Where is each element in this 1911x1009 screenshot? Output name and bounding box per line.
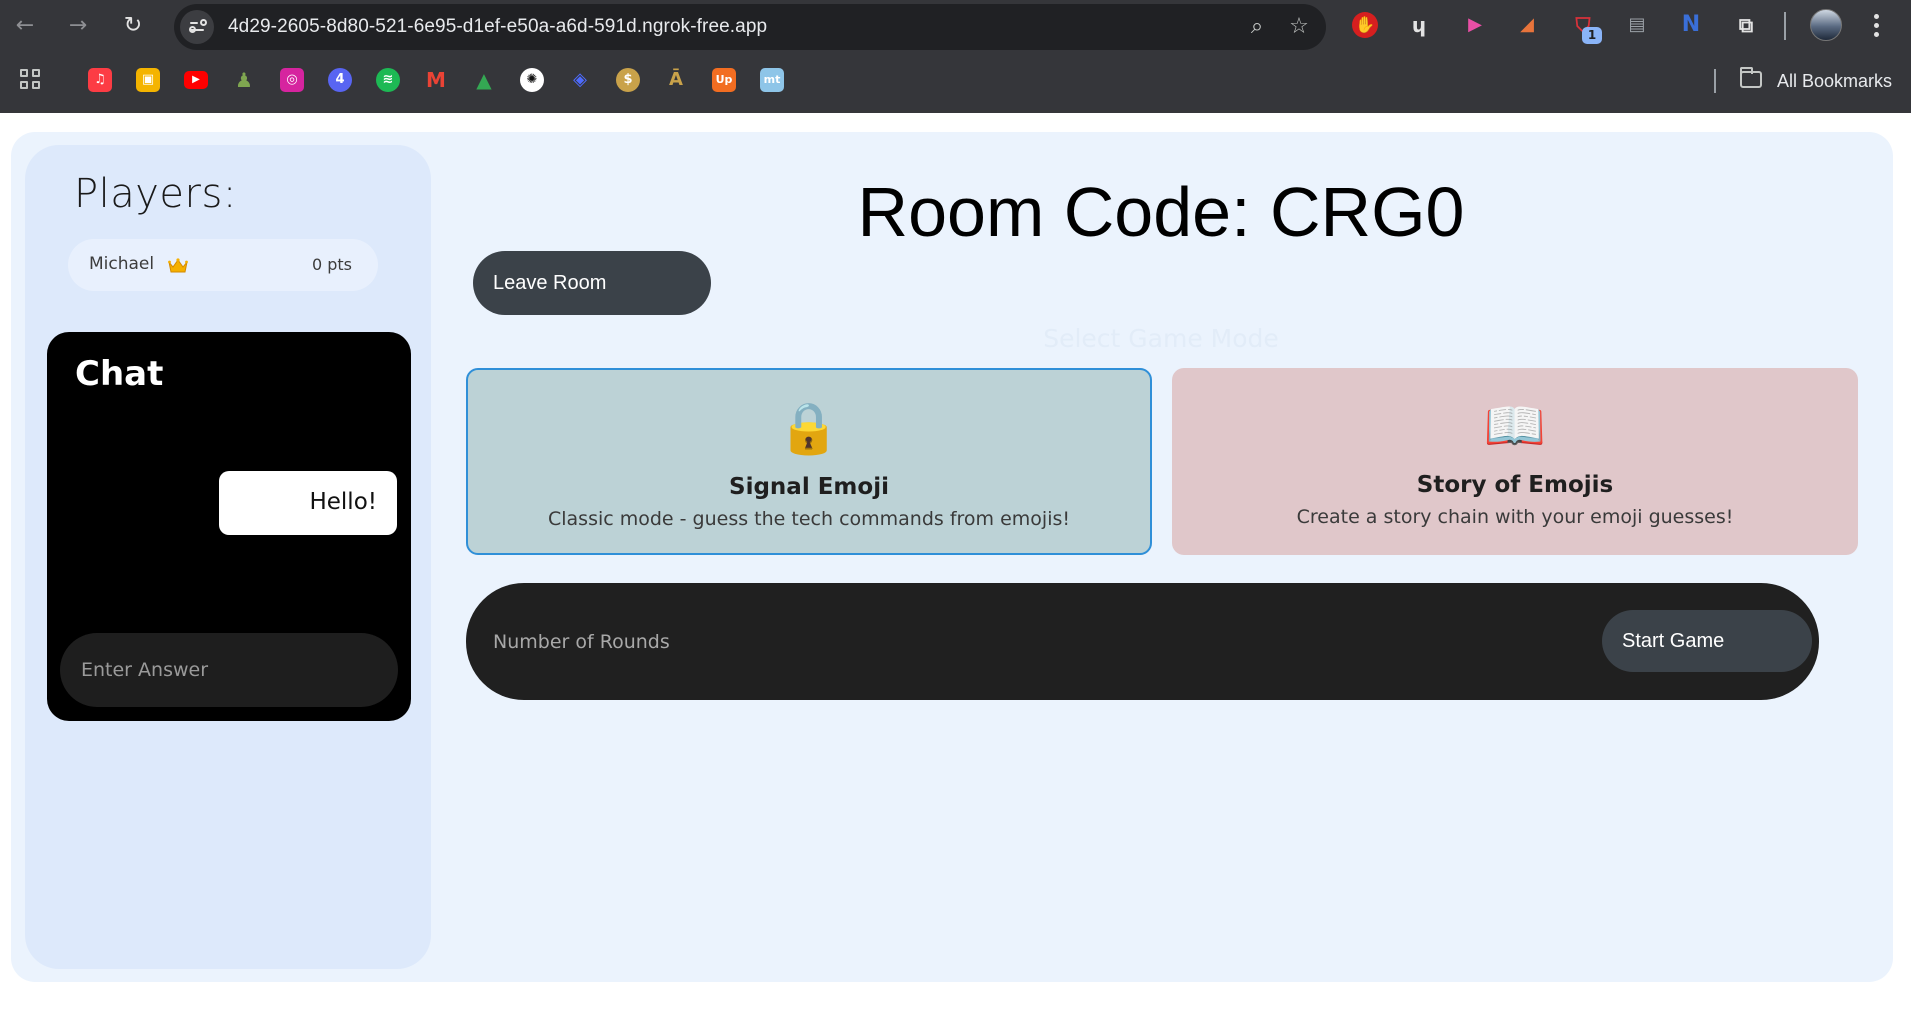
select-mode-label: Select Game Mode: [1043, 324, 1279, 353]
browser-toolbar: ← → ↻ 4d29-2605-8d80-521-6e95-d1ef-e50a-…: [0, 0, 1911, 52]
start-game-button[interactable]: Start Game: [1602, 610, 1812, 672]
apps-grid-icon[interactable]: [20, 69, 42, 91]
book-icon: 📖: [1483, 397, 1547, 455]
classroom-bookmark-icon[interactable]: ▣: [136, 68, 160, 92]
chat-message-bubble: Hello!: [219, 471, 397, 535]
instagram-bookmark-icon[interactable]: ◎: [280, 68, 304, 92]
lock-icon: 🔒: [777, 399, 841, 457]
chess-bookmark-icon[interactable]: ♟: [232, 68, 256, 92]
deepseek-bookmark-icon[interactable]: ◈: [568, 68, 592, 92]
puzzle-extensions-icon[interactable]: ⧉: [1731, 10, 1761, 40]
money-bookmark-icon[interactable]: $: [616, 68, 640, 92]
back-arrow-icon[interactable]: ←: [9, 10, 41, 42]
megaphone-extension-icon[interactable]: ◢: [1512, 10, 1542, 40]
spotify-bookmark-icon[interactable]: ≋: [376, 68, 400, 92]
web-page: Players: Michael 0 pts Chat Hello! Roo: [0, 113, 1911, 1009]
extension-icon[interactable]: ɥ: [1404, 10, 1434, 40]
mode-description: Create a story chain with your emoji gue…: [1296, 506, 1734, 528]
youtube-bookmark-icon[interactable]: ▶: [184, 71, 208, 89]
mode-card-story-of-emojis[interactable]: 📖 Story of Emojis Create a story chain w…: [1172, 368, 1858, 555]
music-bookmark-icon[interactable]: ♫: [88, 68, 112, 92]
record-extension-icon[interactable]: ▶: [1460, 10, 1490, 40]
game-lobby: Players: Michael 0 pts Chat Hello! Roo: [11, 132, 1893, 982]
player-points: 0 pts: [311, 255, 352, 274]
chat-bookmark-icon[interactable]: 4: [328, 68, 352, 92]
chat-title: Chat: [75, 354, 164, 394]
leave-room-button[interactable]: Leave Room: [473, 251, 711, 315]
ladder-bookmark-icon[interactable]: Ā: [664, 68, 688, 92]
gmail-bookmark-icon[interactable]: M: [424, 68, 448, 92]
browser-chrome: ← → ↻ 4d29-2605-8d80-521-6e95-d1ef-e50a-…: [0, 0, 1911, 113]
mode-title: Signal Emoji: [729, 474, 889, 500]
openai-bookmark-icon[interactable]: ✺: [520, 68, 544, 92]
all-bookmarks-link[interactable]: All Bookmarks: [1777, 69, 1892, 93]
chat-answer-input[interactable]: [60, 633, 398, 707]
menu-kebab-icon[interactable]: [1866, 12, 1886, 40]
mt-bookmark-icon[interactable]: mt: [760, 68, 784, 92]
folder-icon: [1740, 67, 1762, 88]
rounds-input[interactable]: [466, 583, 1566, 700]
bookmarks-divider: [1714, 69, 1716, 93]
n-extension-icon[interactable]: N: [1676, 10, 1706, 40]
reload-icon[interactable]: ↻: [117, 10, 149, 42]
drive-bookmark-icon[interactable]: ▲: [472, 68, 496, 92]
upwork-bookmark-icon[interactable]: Up: [712, 68, 736, 92]
room-code-heading: Room Code: CRG0: [857, 173, 1465, 251]
sidebar: Players: Michael 0 pts Chat Hello!: [25, 145, 431, 969]
address-bar[interactable]: 4d29-2605-8d80-521-6e95-d1ef-e50a-a6d-59…: [174, 4, 1326, 50]
chat-message-text: Hello!: [309, 489, 377, 515]
site-info-icon[interactable]: [180, 10, 214, 44]
mode-description: Classic mode - guess the tech commands f…: [547, 508, 1070, 530]
player-row: Michael 0 pts: [68, 239, 378, 291]
players-heading: Players:: [74, 171, 237, 217]
bookmarks-bar: ♫ ▣ ▶ ♟ ◎ 4 ≋ M ▲ ✺ ◈ $ Ā Up mt All Book…: [0, 57, 1911, 103]
profile-avatar[interactable]: [1810, 9, 1842, 41]
url-text[interactable]: 4d29-2605-8d80-521-6e95-d1ef-e50a-a6d-59…: [228, 16, 767, 38]
crown-icon: [168, 258, 188, 273]
zoom-icon[interactable]: ⌕: [1242, 12, 1272, 42]
forward-arrow-icon[interactable]: →: [62, 10, 94, 42]
document-extension-icon[interactable]: ▤: [1622, 10, 1652, 40]
mode-title: Story of Emojis: [1416, 472, 1614, 498]
mode-card-signal-emoji[interactable]: 🔒 Signal Emoji Classic mode - guess the …: [466, 368, 1152, 555]
chat-panel: Chat Hello!: [47, 332, 411, 721]
extension-badge: 1: [1582, 27, 1602, 44]
player-name: Michael: [89, 254, 155, 274]
toolbar-divider: [1784, 12, 1786, 40]
rounds-bar: Start Game: [466, 583, 1819, 700]
bookmark-star-icon[interactable]: ☆: [1284, 12, 1314, 42]
adblock-extension-icon[interactable]: ✋: [1352, 12, 1378, 38]
